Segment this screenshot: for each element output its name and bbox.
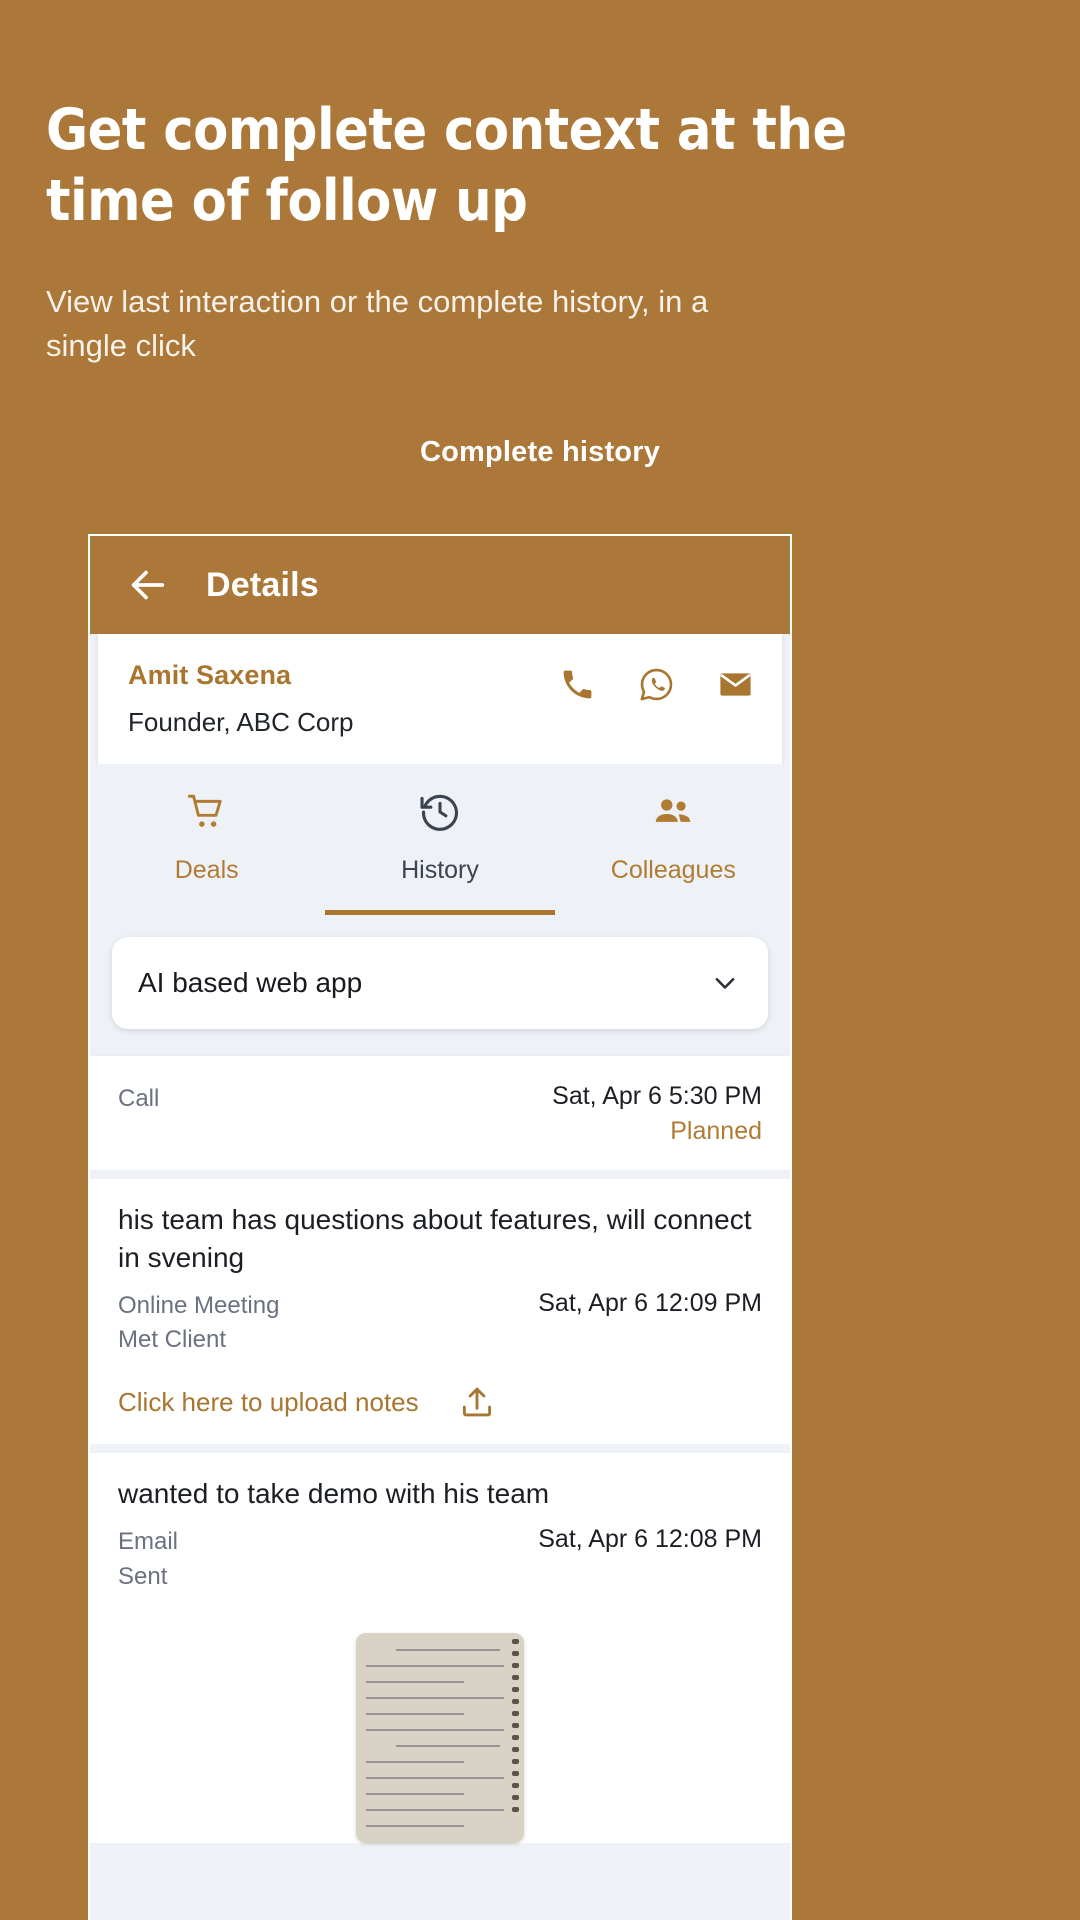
- contact-actions: [559, 660, 754, 703]
- app-bar-title: Details: [206, 565, 319, 604]
- tab-label: History: [401, 856, 479, 884]
- history-type: Email: [118, 1527, 179, 1555]
- email-icon[interactable]: [717, 666, 754, 703]
- history-clock-icon: [323, 790, 556, 834]
- history-date: Sat, Apr 6 12:08 PM: [538, 1524, 762, 1553]
- contact-role: Founder, ABC Corp: [128, 707, 354, 737]
- history-meta-right: Sat, Apr 6 5:30 PM Planned: [552, 1082, 762, 1146]
- app-screen: Amit Saxena Founder, ABC Corp Deals Hist…: [90, 634, 790, 1920]
- upload-notes-row[interactable]: Click here to upload notes: [118, 1384, 762, 1420]
- tab-colleagues[interactable]: Colleagues: [557, 790, 790, 915]
- arrow-left-icon[interactable]: [124, 562, 170, 608]
- history-meta-right: Sat, Apr 6 12:09 PM: [538, 1289, 762, 1318]
- tab-label: Colleagues: [610, 856, 736, 884]
- history-note: wanted to take demo with his team: [118, 1478, 550, 1510]
- history-meta: Online Meeting Met Client Sat, Apr 6 12:…: [118, 1289, 762, 1359]
- tab-bar: Deals History Colleagues: [90, 764, 790, 915]
- history-type: Online Meeting: [118, 1291, 280, 1319]
- whatsapp-icon[interactable]: [638, 666, 675, 703]
- tab-deals[interactable]: Deals: [90, 790, 323, 915]
- history-meta-left: Online Meeting Met Client: [118, 1289, 538, 1359]
- contact-card: Amit Saxena Founder, ABC Corp: [98, 634, 782, 764]
- history-meta: Call Sat, Apr 6 5:30 PM Planned: [118, 1082, 762, 1146]
- history-note: his team has questions about features, w…: [118, 1204, 752, 1273]
- deal-selector[interactable]: AI based web app: [112, 937, 768, 1029]
- page-subtitle: View last interaction or the complete hi…: [46, 284, 709, 364]
- people-icon: [557, 790, 790, 834]
- promo-header: Get complete context at the time of foll…: [0, 0, 1080, 469]
- tab-history[interactable]: History: [323, 790, 556, 915]
- deal-selector-value: AI based web app: [138, 967, 363, 998]
- contact-name: Amit Saxena: [128, 660, 292, 690]
- history-date: Sat, Apr 6 12:09 PM: [538, 1288, 762, 1317]
- section-label: Complete history: [419, 436, 661, 469]
- deal-selector-wrap: AI based web app: [90, 915, 790, 1055]
- page-title: Get complete context at the time of foll…: [46, 97, 847, 234]
- history-meta-right: Sat, Apr 6 12:08 PM: [538, 1525, 762, 1554]
- history-row[interactable]: his team has questions about features, w…: [90, 1170, 790, 1445]
- status-badge: Planned: [670, 1117, 762, 1145]
- app-bar: Details: [90, 536, 790, 634]
- handwritten-note-thumbnail[interactable]: [356, 1632, 524, 1843]
- history-meta-left: Call: [118, 1082, 552, 1117]
- upload-icon[interactable]: [459, 1384, 495, 1420]
- history-row[interactable]: Call Sat, Apr 6 5:30 PM Planned: [90, 1055, 790, 1170]
- promo-page: Get complete context at the time of foll…: [0, 0, 1080, 1920]
- phone-icon[interactable]: [559, 666, 596, 703]
- history-meta-left: Email Sent: [118, 1525, 538, 1595]
- history-row[interactable]: wanted to take demo with his team Email …: [90, 1444, 790, 1619]
- history-subtype: Met Client: [118, 1326, 227, 1354]
- notebook-spiral: [512, 1638, 520, 1837]
- chevron-down-icon[interactable]: [710, 968, 740, 998]
- history-date: Sat, Apr 6 5:30 PM: [552, 1082, 762, 1110]
- phone-mockup: Details Amit Saxena Founder, ABC Corp De…: [88, 534, 792, 1920]
- history-subtype: Sent: [118, 1562, 168, 1590]
- attachment-wrap: [90, 1618, 790, 1843]
- tab-label: Deals: [174, 856, 239, 884]
- history-type: Call: [118, 1085, 160, 1112]
- shopping-cart-icon: [90, 790, 323, 834]
- history-meta: Email Sent Sat, Apr 6 12:08 PM: [118, 1525, 762, 1595]
- contact-info: Amit Saxena Founder, ABC Corp: [128, 660, 559, 738]
- upload-notes-label: Click here to upload notes: [118, 1386, 419, 1417]
